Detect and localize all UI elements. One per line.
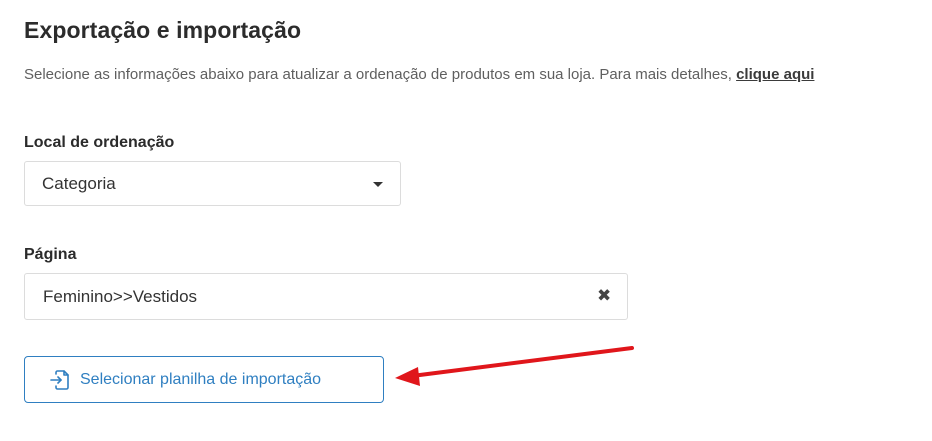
page-title: Exportação e importação [24,17,302,43]
details-link[interactable]: clique aqui [736,66,814,83]
select-import-spreadsheet-button[interactable]: Selecionar planilha de importação [24,356,384,403]
close-icon[interactable]: ✖ [597,287,611,304]
description-text: Selecione as informações abaixo para atu… [24,66,737,83]
page-field-label: Página [24,246,77,263]
local-ordering-select[interactable]: Categoria [24,161,401,206]
import-button-label: Selecionar planilha de importação [80,371,322,388]
page-select[interactable]: Feminino>>Vestidos ✖ [24,273,628,320]
file-import-icon [50,370,69,390]
page-description: Selecione as informações abaixo para atu… [24,66,814,83]
local-ordering-value: Categoria [42,174,116,193]
export-import-panel: Exportação e importação Selecione as inf… [0,0,932,441]
caret-down-icon [373,182,383,187]
page-select-value: Feminino>>Vestidos [43,287,198,306]
local-field-label: Local de ordenação [24,134,175,151]
